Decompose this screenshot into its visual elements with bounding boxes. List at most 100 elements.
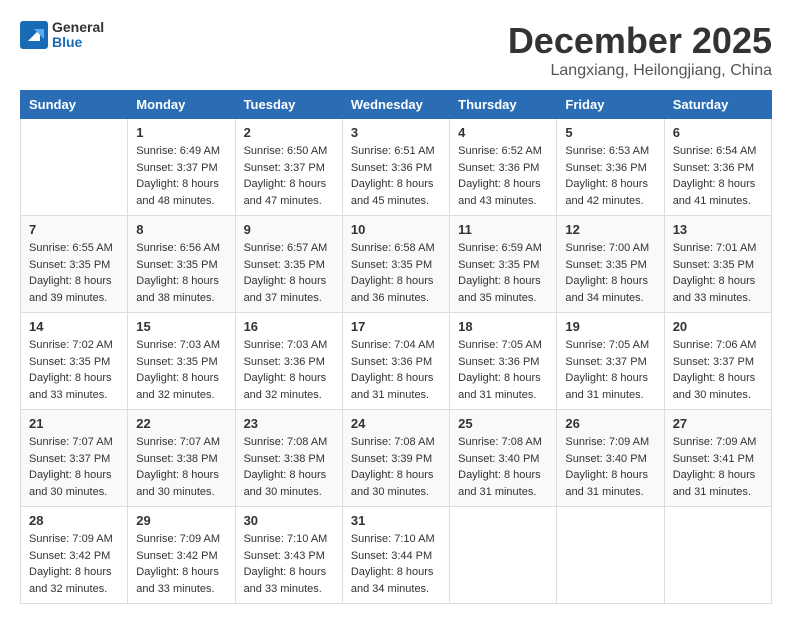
- day-number: 26: [565, 416, 655, 431]
- day-info: Sunrise: 7:03 AM Sunset: 3:36 PM Dayligh…: [244, 337, 334, 403]
- day-number: 19: [565, 319, 655, 334]
- calendar-cell: 5 Sunrise: 6:53 AM Sunset: 3:36 PM Daylig…: [557, 119, 664, 216]
- calendar-cell: 24 Sunrise: 7:08 AM Sunset: 3:39 PM Dayli…: [342, 410, 449, 507]
- calendar-cell: 11 Sunrise: 6:59 AM Sunset: 3:35 PM Dayli…: [450, 216, 557, 313]
- day-info: Sunrise: 7:03 AM Sunset: 3:35 PM Dayligh…: [136, 337, 226, 403]
- calendar-cell: [664, 507, 771, 604]
- calendar-cell: 17 Sunrise: 7:04 AM Sunset: 3:36 PM Dayli…: [342, 313, 449, 410]
- day-info: Sunrise: 6:52 AM Sunset: 3:36 PM Dayligh…: [458, 143, 548, 209]
- day-number: 25: [458, 416, 548, 431]
- logo: General Blue: [20, 20, 104, 51]
- day-info: Sunrise: 7:04 AM Sunset: 3:36 PM Dayligh…: [351, 337, 441, 403]
- calendar-week-4: 28 Sunrise: 7:09 AM Sunset: 3:42 PM Dayli…: [21, 507, 772, 604]
- day-info: Sunrise: 6:55 AM Sunset: 3:35 PM Dayligh…: [29, 240, 119, 306]
- day-info: Sunrise: 7:08 AM Sunset: 3:40 PM Dayligh…: [458, 434, 548, 500]
- day-info: Sunrise: 7:05 AM Sunset: 3:37 PM Dayligh…: [565, 337, 655, 403]
- day-number: 30: [244, 513, 334, 528]
- day-number: 1: [136, 125, 226, 140]
- calendar-cell: 21 Sunrise: 7:07 AM Sunset: 3:37 PM Dayli…: [21, 410, 128, 507]
- day-number: 7: [29, 222, 119, 237]
- day-number: 28: [29, 513, 119, 528]
- day-info: Sunrise: 6:56 AM Sunset: 3:35 PM Dayligh…: [136, 240, 226, 306]
- day-info: Sunrise: 7:05 AM Sunset: 3:36 PM Dayligh…: [458, 337, 548, 403]
- weekday-header-friday: Friday: [557, 91, 664, 119]
- calendar-table: SundayMondayTuesdayWednesdayThursdayFrid…: [20, 90, 772, 604]
- day-info: Sunrise: 6:51 AM Sunset: 3:36 PM Dayligh…: [351, 143, 441, 209]
- weekday-header-tuesday: Tuesday: [235, 91, 342, 119]
- calendar-cell: [21, 119, 128, 216]
- day-info: Sunrise: 6:58 AM Sunset: 3:35 PM Dayligh…: [351, 240, 441, 306]
- calendar-cell: 2 Sunrise: 6:50 AM Sunset: 3:37 PM Daylig…: [235, 119, 342, 216]
- day-info: Sunrise: 6:57 AM Sunset: 3:35 PM Dayligh…: [244, 240, 334, 306]
- calendar-cell: 26 Sunrise: 7:09 AM Sunset: 3:40 PM Dayli…: [557, 410, 664, 507]
- calendar-cell: 31Sunrise: 7:10 AM Sunset: 3:44 PM Dayli…: [342, 507, 449, 604]
- calendar-cell: 30 Sunrise: 7:10 AM Sunset: 3:43 PM Dayli…: [235, 507, 342, 604]
- day-number: 18: [458, 319, 548, 334]
- calendar-cell: 20Sunrise: 7:06 AM Sunset: 3:37 PM Dayli…: [664, 313, 771, 410]
- calendar-week-2: 14 Sunrise: 7:02 AM Sunset: 3:35 PM Dayli…: [21, 313, 772, 410]
- day-info: Sunrise: 7:07 AM Sunset: 3:37 PM Dayligh…: [29, 434, 119, 500]
- day-number: 24: [351, 416, 441, 431]
- day-number: 14: [29, 319, 119, 334]
- logo-icon: [20, 21, 48, 49]
- day-info: Sunrise: 7:02 AM Sunset: 3:35 PM Dayligh…: [29, 337, 119, 403]
- logo-blue-text: Blue: [52, 35, 104, 50]
- day-number: 2: [244, 125, 334, 140]
- day-number: 21: [29, 416, 119, 431]
- weekday-header-monday: Monday: [128, 91, 235, 119]
- logo-general-text: General: [52, 20, 104, 35]
- day-number: 5: [565, 125, 655, 140]
- calendar-cell: 13Sunrise: 7:01 AM Sunset: 3:35 PM Dayli…: [664, 216, 771, 313]
- calendar-cell: 9Sunrise: 6:57 AM Sunset: 3:35 PM Daylig…: [235, 216, 342, 313]
- day-info: Sunrise: 7:08 AM Sunset: 3:38 PM Dayligh…: [244, 434, 334, 500]
- day-info: Sunrise: 6:59 AM Sunset: 3:35 PM Dayligh…: [458, 240, 548, 306]
- calendar-week-1: 7 Sunrise: 6:55 AM Sunset: 3:35 PM Daylig…: [21, 216, 772, 313]
- calendar-cell: 12 Sunrise: 7:00 AM Sunset: 3:35 PM Dayli…: [557, 216, 664, 313]
- day-info: Sunrise: 7:09 AM Sunset: 3:42 PM Dayligh…: [29, 531, 119, 597]
- calendar-cell: 16 Sunrise: 7:03 AM Sunset: 3:36 PM Dayli…: [235, 313, 342, 410]
- calendar-cell: 10 Sunrise: 6:58 AM Sunset: 3:35 PM Dayli…: [342, 216, 449, 313]
- day-info: Sunrise: 7:09 AM Sunset: 3:40 PM Dayligh…: [565, 434, 655, 500]
- calendar-week-0: 1 Sunrise: 6:49 AM Sunset: 3:37 PM Daylig…: [21, 119, 772, 216]
- day-info: Sunrise: 7:00 AM Sunset: 3:35 PM Dayligh…: [565, 240, 655, 306]
- calendar-cell: 22Sunrise: 7:07 AM Sunset: 3:38 PM Dayli…: [128, 410, 235, 507]
- calendar-cell: 18 Sunrise: 7:05 AM Sunset: 3:36 PM Dayli…: [450, 313, 557, 410]
- weekday-header-thursday: Thursday: [450, 91, 557, 119]
- calendar-week-3: 21 Sunrise: 7:07 AM Sunset: 3:37 PM Dayli…: [21, 410, 772, 507]
- title-section: December 2025 Langxiang, Heilongjiang, C…: [508, 20, 772, 80]
- day-info: Sunrise: 7:09 AM Sunset: 3:42 PM Dayligh…: [136, 531, 226, 597]
- day-number: 15: [136, 319, 226, 334]
- calendar-cell: 15 Sunrise: 7:03 AM Sunset: 3:35 PM Dayli…: [128, 313, 235, 410]
- day-info: Sunrise: 6:49 AM Sunset: 3:37 PM Dayligh…: [136, 143, 226, 209]
- day-info: Sunrise: 7:06 AM Sunset: 3:37 PM Dayligh…: [673, 337, 763, 403]
- calendar-cell: 3Sunrise: 6:51 AM Sunset: 3:36 PM Daylig…: [342, 119, 449, 216]
- calendar-cell: [557, 507, 664, 604]
- day-number: 8: [136, 222, 226, 237]
- day-number: 10: [351, 222, 441, 237]
- location-title: Langxiang, Heilongjiang, China: [508, 62, 772, 80]
- day-number: 12: [565, 222, 655, 237]
- calendar-cell: 27Sunrise: 7:09 AM Sunset: 3:41 PM Dayli…: [664, 410, 771, 507]
- calendar-cell: 23Sunrise: 7:08 AM Sunset: 3:38 PM Dayli…: [235, 410, 342, 507]
- day-number: 11: [458, 222, 548, 237]
- day-number: 22: [136, 416, 226, 431]
- day-number: 17: [351, 319, 441, 334]
- day-info: Sunrise: 6:50 AM Sunset: 3:37 PM Dayligh…: [244, 143, 334, 209]
- day-info: Sunrise: 6:53 AM Sunset: 3:36 PM Dayligh…: [565, 143, 655, 209]
- day-info: Sunrise: 7:01 AM Sunset: 3:35 PM Dayligh…: [673, 240, 763, 306]
- weekday-header-wednesday: Wednesday: [342, 91, 449, 119]
- day-number: 29: [136, 513, 226, 528]
- calendar-cell: 8 Sunrise: 6:56 AM Sunset: 3:35 PM Daylig…: [128, 216, 235, 313]
- day-number: 31: [351, 513, 441, 528]
- day-number: 6: [673, 125, 763, 140]
- calendar-cell: 25 Sunrise: 7:08 AM Sunset: 3:40 PM Dayli…: [450, 410, 557, 507]
- weekday-header-saturday: Saturday: [664, 91, 771, 119]
- day-info: Sunrise: 7:10 AM Sunset: 3:43 PM Dayligh…: [244, 531, 334, 597]
- day-info: Sunrise: 7:08 AM Sunset: 3:39 PM Dayligh…: [351, 434, 441, 500]
- day-number: 16: [244, 319, 334, 334]
- calendar-cell: 6Sunrise: 6:54 AM Sunset: 3:36 PM Daylig…: [664, 119, 771, 216]
- calendar-cell: 1 Sunrise: 6:49 AM Sunset: 3:37 PM Daylig…: [128, 119, 235, 216]
- calendar-cell: 7 Sunrise: 6:55 AM Sunset: 3:35 PM Daylig…: [21, 216, 128, 313]
- calendar-cell: 19 Sunrise: 7:05 AM Sunset: 3:37 PM Dayli…: [557, 313, 664, 410]
- weekday-header-sunday: Sunday: [21, 91, 128, 119]
